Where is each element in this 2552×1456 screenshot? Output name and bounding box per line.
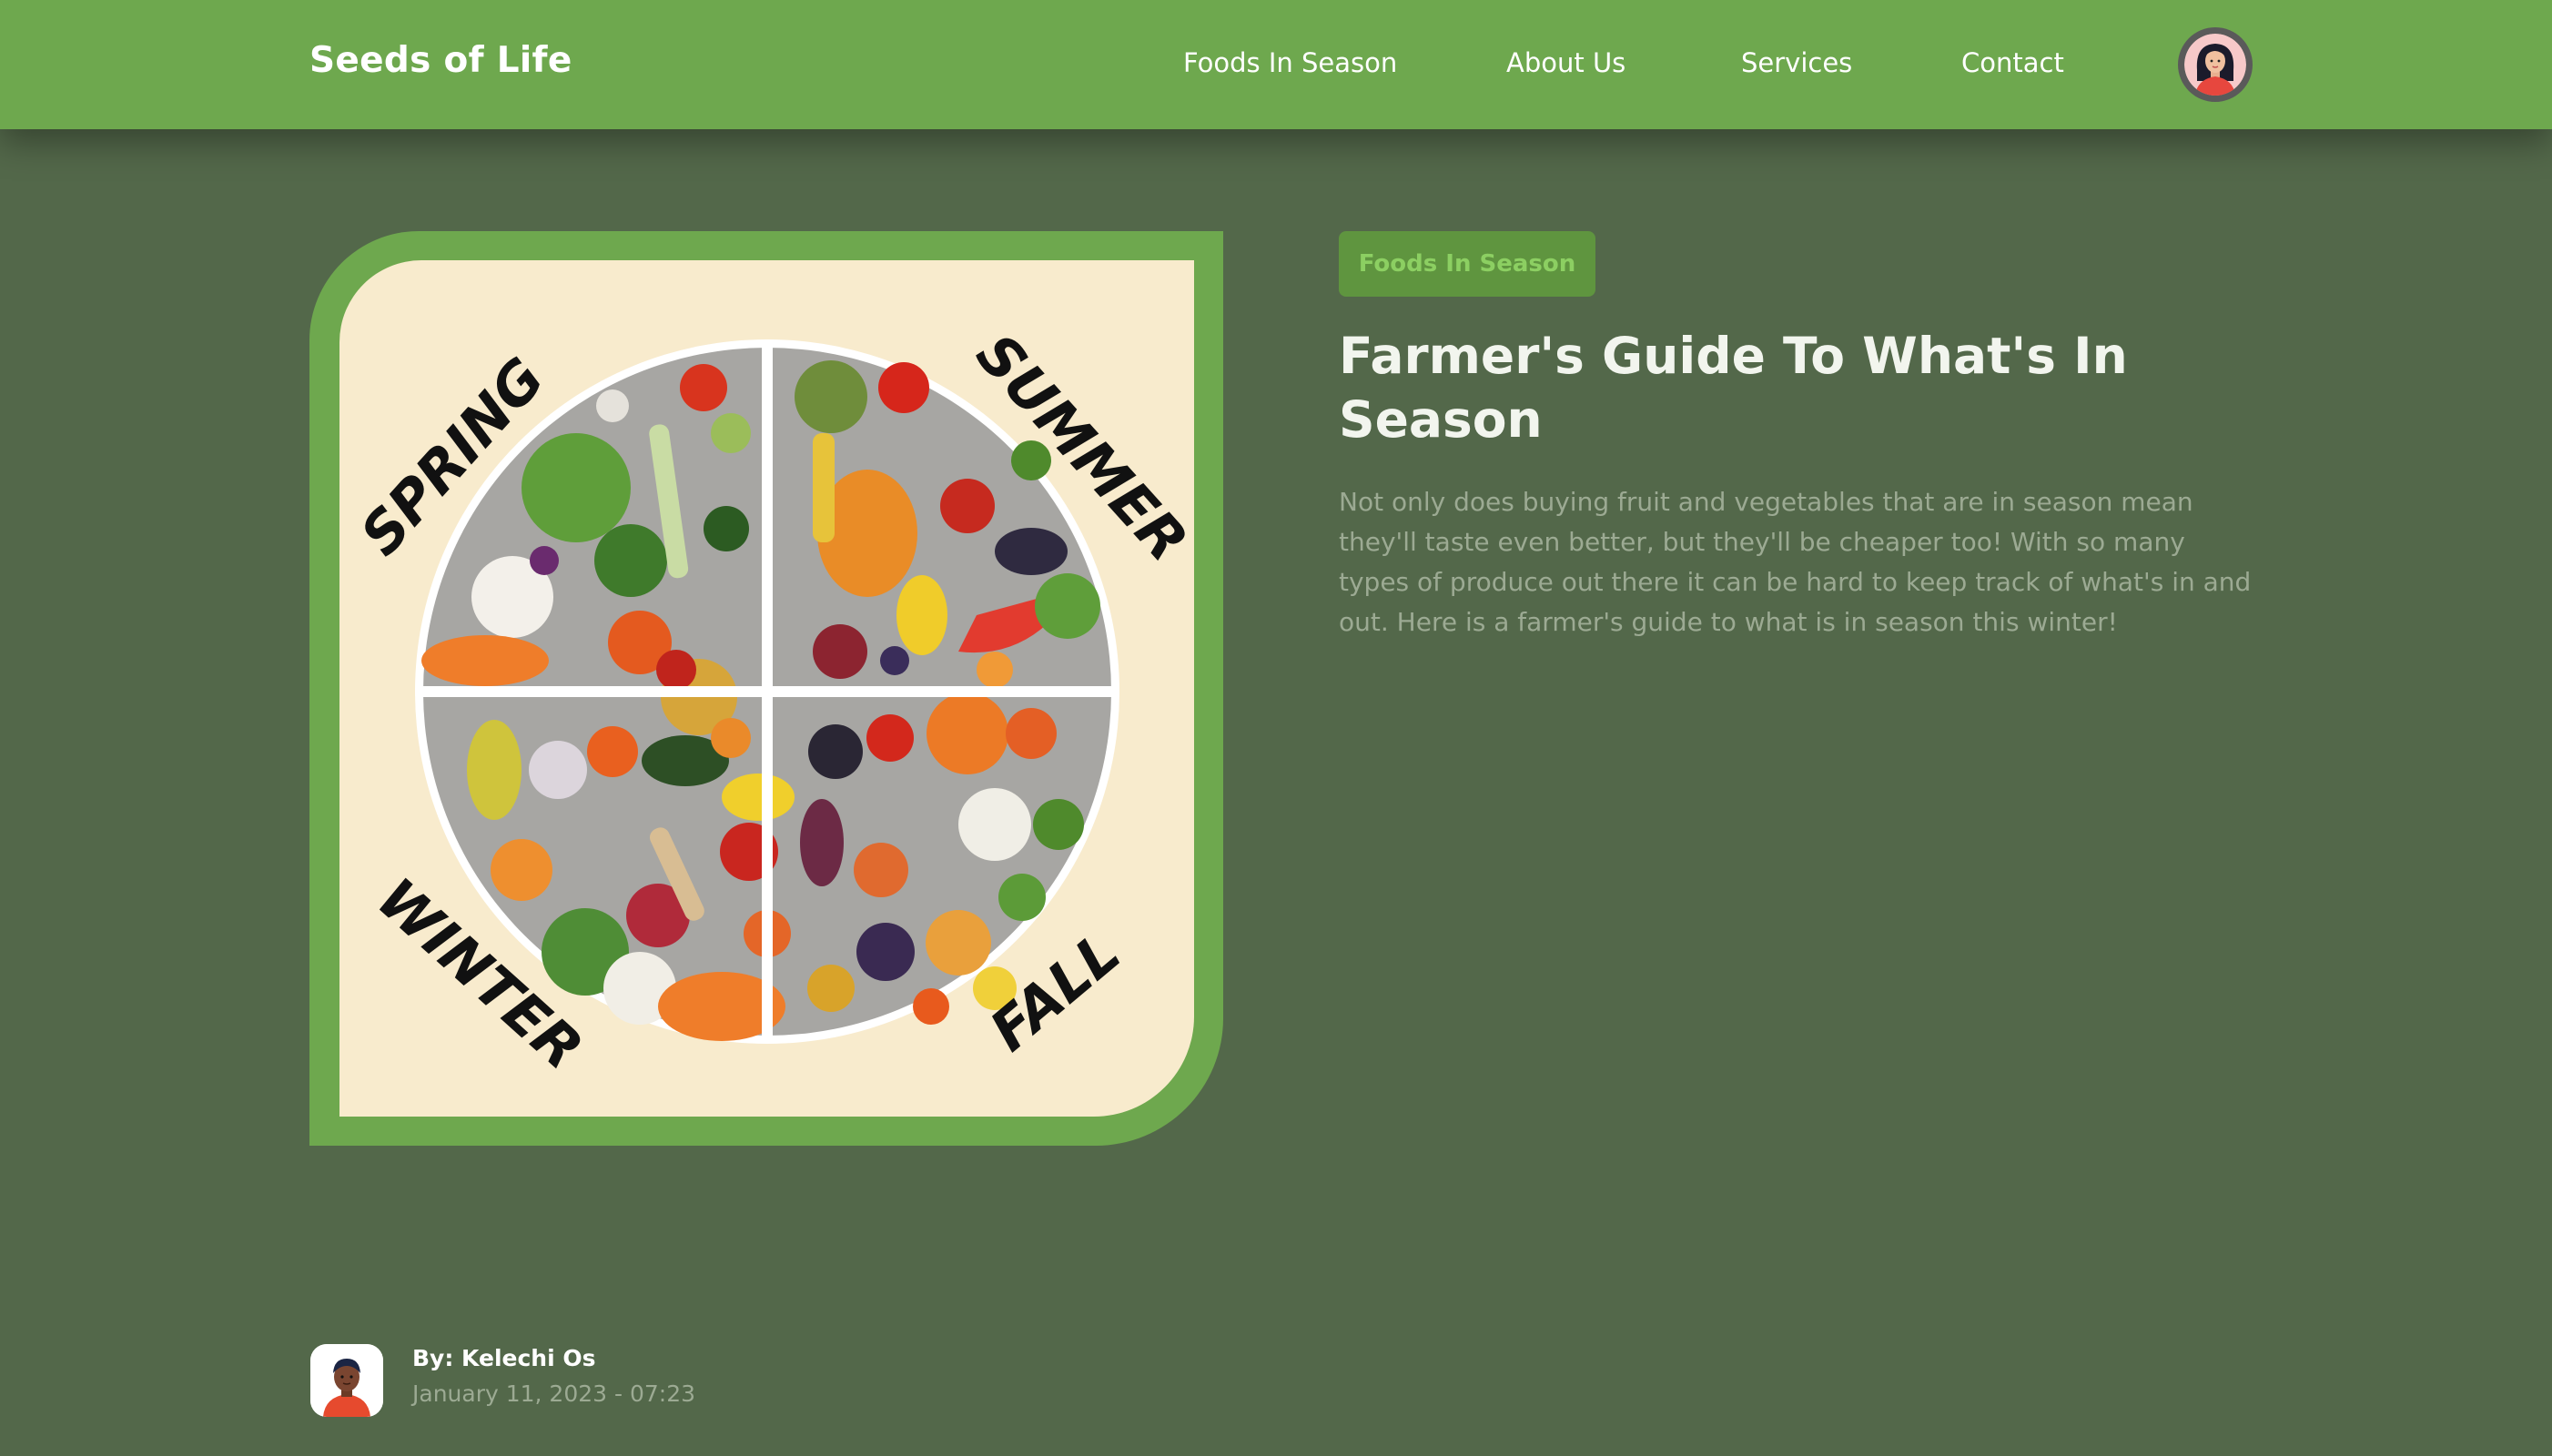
nav-link-foods-in-season[interactable]: Foods In Season (1183, 47, 1397, 78)
article-title: Farmer's Guide To What's In Season (1339, 327, 2128, 449)
category-tag[interactable]: Foods In Season (1339, 231, 1595, 297)
author-avatar-icon (310, 1344, 383, 1417)
article-description: Not only does buying fruit and vegetable… (1339, 487, 2252, 637)
hero-image: SPRING SUMMER WINTER FALL (339, 260, 1194, 1117)
nav-link-services[interactable]: Services (1741, 47, 1852, 78)
user-avatar-button[interactable] (2178, 27, 2253, 102)
nav-link-contact[interactable]: Contact (1961, 47, 2064, 78)
top-navbar: Seeds of Life Foods In Season About Us S… (0, 0, 2552, 129)
seasonal-produce-wheel-illustration: SPRING SUMMER WINTER FALL (348, 321, 1194, 1083)
publish-date: January 11, 2023 - 07:23 (412, 1380, 696, 1407)
author-name: By: Kelechi Os (412, 1345, 596, 1371)
user-avatar-icon (2184, 34, 2246, 96)
brand-logo[interactable]: Seeds of Life (309, 40, 572, 81)
author-avatar (310, 1344, 383, 1417)
hero-image-frame: SPRING SUMMER WINTER FALL (309, 231, 1223, 1146)
nav-link-about-us[interactable]: About Us (1506, 47, 1625, 78)
